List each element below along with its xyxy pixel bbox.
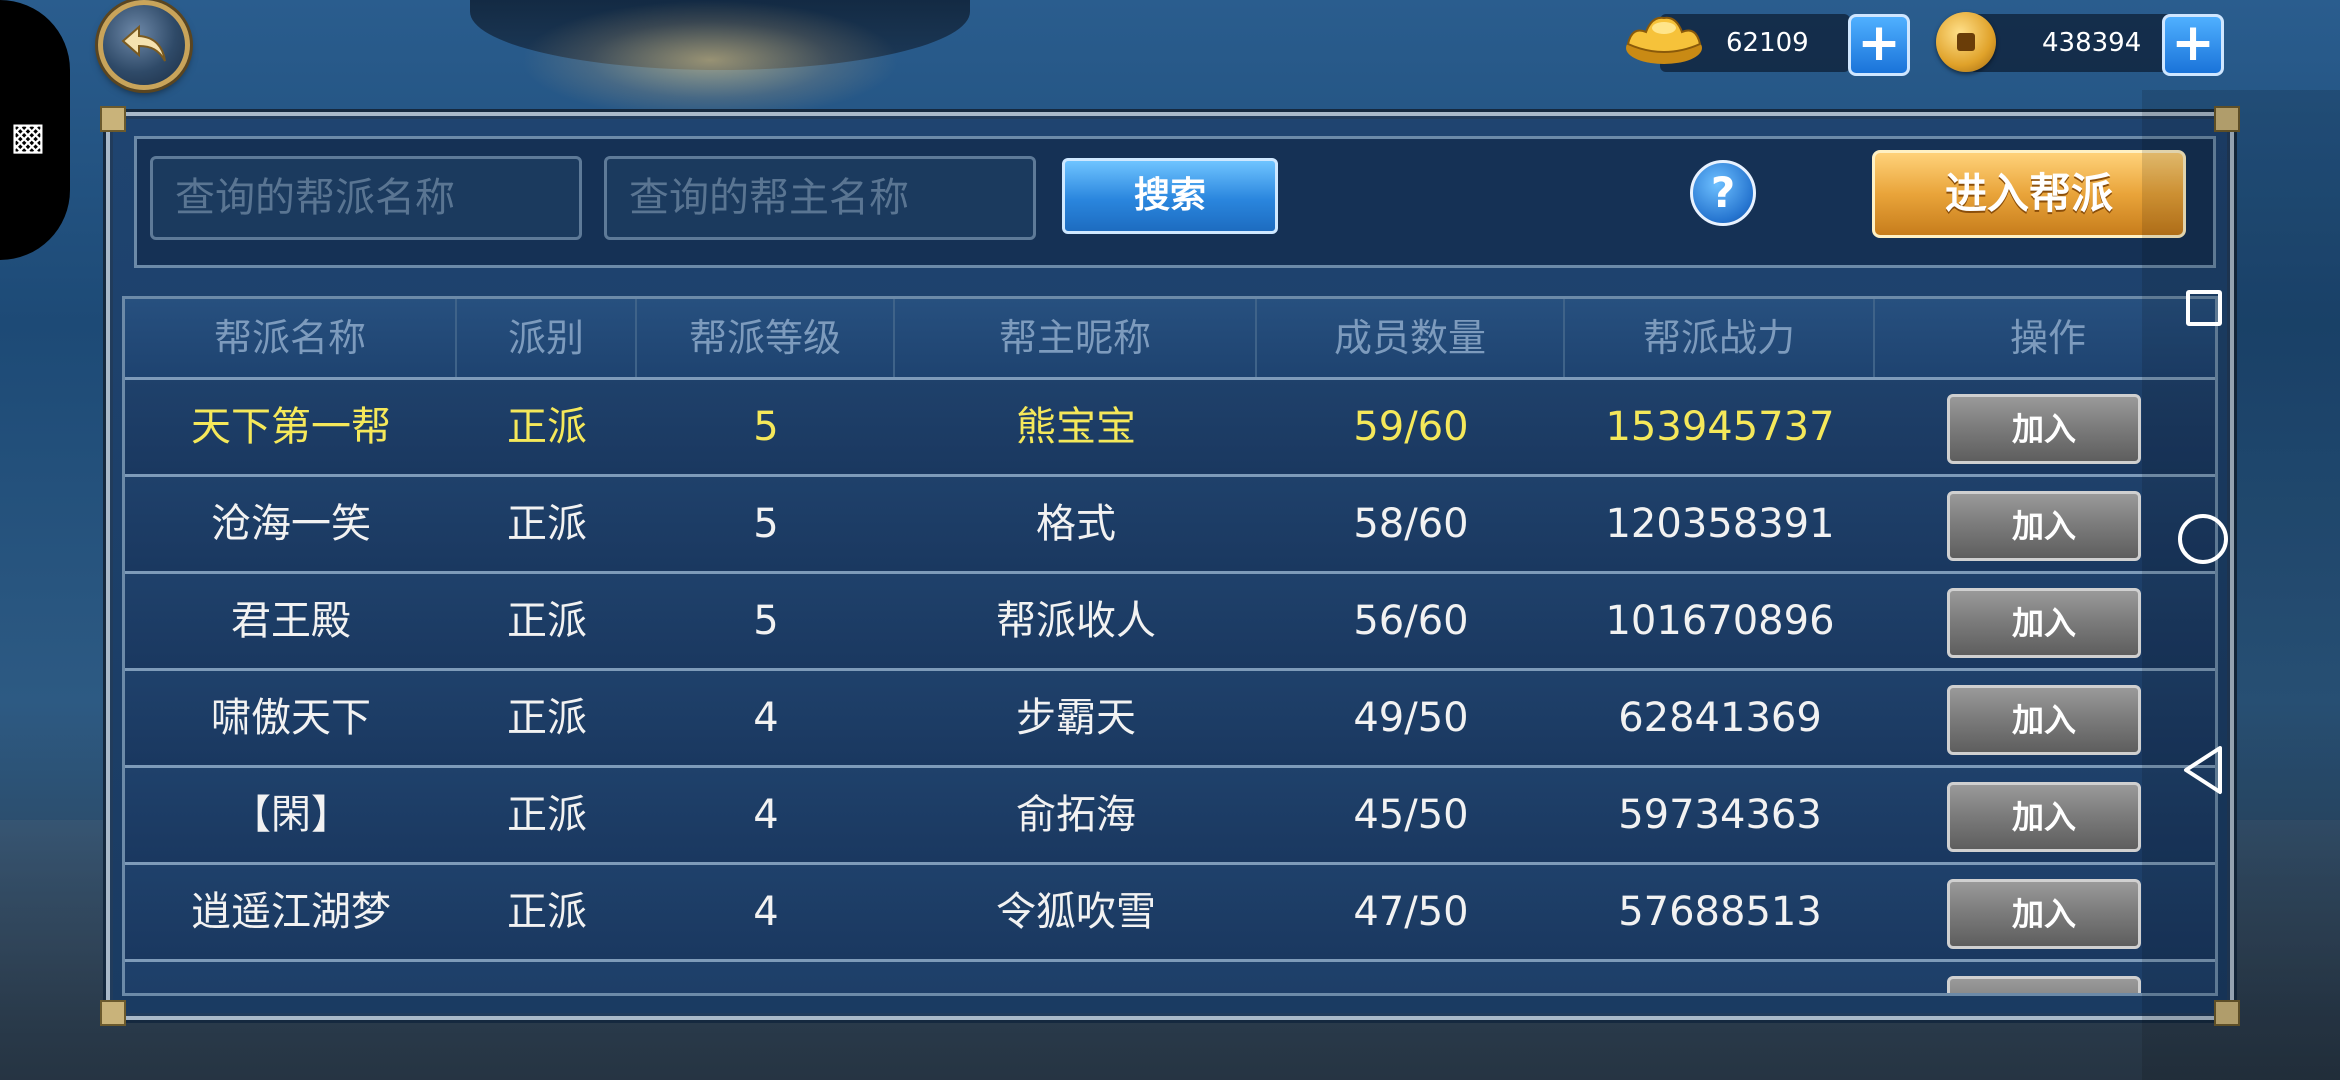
leader-cell: 令狐吹雪 [996, 889, 1156, 935]
power-cell: 62841369 [1618, 695, 1822, 741]
search-button[interactable]: 搜索 [1062, 158, 1278, 234]
guild-name-cell: 沧海一笑 [211, 501, 371, 547]
members-cell: 58/60 [1353, 501, 1469, 547]
guild-name-cell: 啸傲天下 [211, 695, 371, 741]
gold-value: 62109 [1726, 28, 1809, 58]
help-button[interactable]: ? [1690, 160, 1756, 226]
faction-cell: 正派 [507, 889, 587, 935]
table-row: 天下第一帮 正派 5 熊宝宝 59/60 153945737 加入 [125, 377, 2215, 474]
join-button[interactable]: 加入 [1947, 491, 2141, 561]
back-arrow-icon [121, 24, 166, 62]
guild-name-cell: 天下第一帮 [191, 404, 391, 450]
leader-cell: 熊宝宝 [1016, 404, 1136, 450]
column-header-members: 成员数量 [1257, 299, 1565, 377]
coin-counter: 438394 [1970, 14, 2174, 72]
column-header-power: 帮派战力 [1565, 299, 1875, 377]
coin-value: 438394 [2042, 28, 2142, 58]
guild-name-cell: 【閑】 [231, 792, 351, 838]
table-row: 啸傲天下 正派 4 步霸天 49/50 62841369 加入 [125, 668, 2215, 765]
column-header-guild-name: 帮派名称 [125, 299, 457, 377]
leader-cell: 步霸天 [1016, 695, 1136, 741]
faction-cell: 正派 [507, 598, 587, 644]
join-button[interactable]: 加入 [1947, 685, 2141, 755]
members-cell: 59/60 [1353, 404, 1469, 450]
level-cell: 4 [753, 792, 779, 838]
leader-cell: 俞拓海 [1016, 792, 1136, 838]
level-cell: 4 [753, 889, 779, 935]
join-button[interactable]: 加入 [1947, 879, 2141, 949]
power-cell: 101670896 [1605, 598, 1835, 644]
column-header-leader: 帮主昵称 [895, 299, 1257, 377]
leader-name-search-input[interactable] [604, 156, 1036, 240]
add-coin-button[interactable]: + [2162, 14, 2224, 76]
table-row: 沧海一笑 正派 5 格式 58/60 120358391 加入 [125, 474, 2215, 571]
leader-cell: 格式 [1036, 501, 1116, 547]
recent-apps-icon[interactable] [2186, 290, 2222, 326]
system-navigation-bar [2142, 90, 2340, 1080]
level-cell: 5 [753, 598, 779, 644]
members-cell: 49/50 [1353, 695, 1469, 741]
members-cell: 45/50 [1353, 792, 1469, 838]
add-gold-button[interactable]: + [1848, 14, 1910, 76]
guild-table: 帮派名称 派别 帮派等级 帮主昵称 成员数量 帮派战力 操作 天下第一帮 正派 … [122, 296, 2218, 996]
table-row: 君王殿 正派 5 帮派收人 56/60 101670896 加入 [125, 571, 2215, 668]
faction-cell: 正派 [507, 404, 587, 450]
background-lantern-glow [520, 0, 900, 120]
table-row: 逍遥江湖梦 正派 4 令狐吹雪 47/50 57688513 加入 [125, 862, 2215, 959]
system-back-icon[interactable] [2180, 744, 2226, 796]
join-button[interactable]: 加入 [1947, 782, 2141, 852]
copper-coin-icon [1936, 12, 1996, 72]
gold-ingot-icon [1626, 16, 1702, 64]
table-row: 【閑】 正派 4 俞拓海 45/50 59734363 加入 [125, 765, 2215, 862]
guild-name-search-input[interactable] [150, 156, 582, 240]
guild-name-cell: 逍遥江湖梦 [191, 889, 391, 935]
power-cell: 59734363 [1618, 792, 1822, 838]
enter-guild-button[interactable]: 进入帮派 [1872, 150, 2186, 238]
faction-cell: 正派 [507, 501, 587, 547]
table-row-partial [125, 959, 2215, 993]
faction-cell: 正派 [507, 695, 587, 741]
level-cell: 5 [753, 404, 779, 450]
power-cell: 57688513 [1618, 889, 1822, 935]
home-icon[interactable] [2178, 514, 2228, 564]
back-button[interactable] [98, 0, 190, 90]
puzzle-icon[interactable]: ▩ [8, 112, 48, 160]
power-cell: 153945737 [1605, 404, 1835, 450]
column-header-faction: 派别 [457, 299, 637, 377]
level-cell: 5 [753, 501, 779, 547]
panel-corner-ornament [100, 1000, 126, 1026]
column-header-level: 帮派等级 [637, 299, 895, 377]
guild-name-cell: 君王殿 [231, 598, 351, 644]
join-button[interactable]: 加入 [1947, 394, 2141, 464]
faction-cell: 正派 [507, 792, 587, 838]
panel-corner-ornament [100, 106, 126, 132]
leader-cell: 帮派收人 [996, 598, 1156, 644]
table-header: 帮派名称 派别 帮派等级 帮主昵称 成员数量 帮派战力 操作 [125, 299, 2215, 377]
members-cell: 56/60 [1353, 598, 1469, 644]
join-button[interactable]: 加入 [1947, 588, 2141, 658]
join-button[interactable] [1947, 976, 2141, 993]
power-cell: 120358391 [1605, 501, 1835, 547]
level-cell: 4 [753, 695, 779, 741]
members-cell: 47/50 [1353, 889, 1469, 935]
